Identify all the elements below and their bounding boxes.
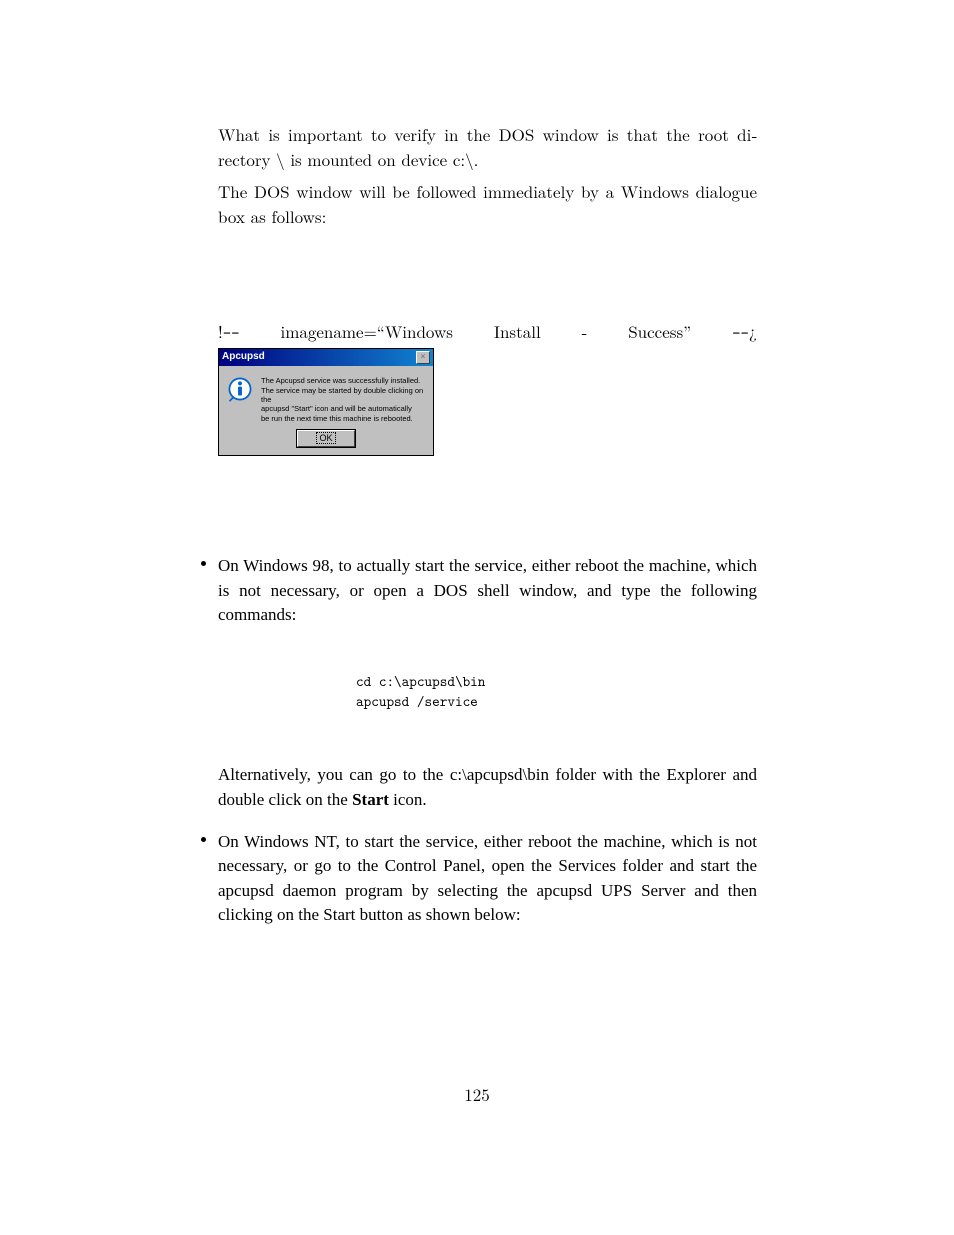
- intro-paragraph-1: What is important to verify in the DOS w…: [218, 122, 757, 171]
- bullet-1-text: On Windows 98, to actually start the ser…: [218, 556, 757, 624]
- start-bold: Start: [352, 790, 389, 809]
- dialog-title: Apcupsd: [222, 350, 265, 365]
- windows-dialog: Apcupsd × The Apcupsd service was succes…: [218, 348, 434, 456]
- bullet-2-text: On Windows NT, to start the service, eit…: [218, 832, 757, 925]
- list-item: On Windows 98, to actually start the ser…: [182, 554, 757, 812]
- close-icon[interactable]: ×: [416, 351, 430, 364]
- intro-paragraph-2-text: The DOS window will be followed immediat…: [218, 179, 757, 228]
- bullet-icon: [201, 561, 206, 566]
- bullet-1-followup: Alternatively, you can go to the c:\apcu…: [218, 763, 757, 812]
- bullet-icon: [201, 837, 206, 842]
- dialog-message: The Apcupsd service was successfully ins…: [261, 376, 425, 423]
- comment-open: !--: [218, 319, 240, 345]
- ok-button[interactable]: OK: [297, 430, 354, 447]
- info-icon: [227, 376, 253, 402]
- code-block: cd c:\apcupsd\bin apcupsd /service: [356, 672, 757, 711]
- dialog-button-row: OK: [219, 428, 433, 455]
- page-body: What is important to verify in the DOS w…: [182, 122, 757, 940]
- comment-success: Success”: [628, 319, 691, 345]
- image-name-comment: !-- imagename=“Windows Install - Success…: [218, 319, 757, 345]
- list-item: On Windows NT, to start the service, eit…: [182, 830, 757, 929]
- dialog-body: The Apcupsd service was successfully ins…: [219, 366, 433, 428]
- bullet-list: On Windows 98, to actually start the ser…: [182, 554, 757, 928]
- dialog-titlebar: Apcupsd ×: [219, 349, 433, 367]
- intro-paragraph-2: The DOS window will be followed immediat…: [218, 179, 757, 228]
- comment-close: --¿: [732, 319, 757, 345]
- comment-install: Install: [494, 319, 541, 345]
- comment-imagename: imagename=“Windows: [280, 319, 452, 345]
- page-number: 125: [0, 1082, 954, 1107]
- comment-dash: -: [582, 319, 588, 345]
- intro-paragraph-1-text: What is important to verify in the DOS w…: [218, 122, 757, 171]
